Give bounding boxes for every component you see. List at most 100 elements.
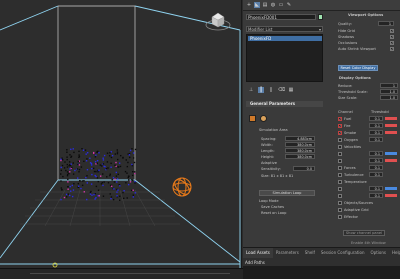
channel-color-swatch[interactable]	[385, 124, 397, 127]
channel-checkbox[interactable]	[338, 215, 342, 219]
motion-icon[interactable]: ◍	[270, 2, 276, 8]
channel-threshold-field[interactable]: 0.1	[369, 186, 383, 191]
channel-threshold-field[interactable]: 0.1	[369, 137, 383, 142]
channel-checkbox[interactable]	[338, 173, 342, 177]
channel-checkbox[interactable]: ✓	[338, 124, 342, 128]
perspective-viewport[interactable]	[0, 0, 242, 268]
show-channel-panel-button[interactable]: Show channel panel	[343, 230, 385, 236]
reset-color-display-button[interactable]: Reset Color Display	[338, 65, 378, 71]
channel-checkbox[interactable]: ✓	[338, 131, 342, 135]
tab-load-assets[interactable]: Load Assets	[243, 248, 273, 258]
particle	[127, 161, 129, 164]
view-cube[interactable]	[205, 10, 231, 32]
channel-color-swatch[interactable]	[385, 187, 397, 190]
add-paths-label[interactable]: Add Paths	[245, 260, 265, 265]
channel-threshold-field[interactable]: 0.1	[369, 116, 383, 121]
configure-sets-icon[interactable]: ▦	[288, 87, 294, 93]
voxel-icon[interactable]	[260, 115, 267, 122]
quality-field[interactable]: 1	[378, 21, 394, 26]
width-field[interactable]: 380.0cm	[285, 142, 315, 147]
channel-threshold-field[interactable]: 0.1	[369, 123, 383, 128]
particle	[131, 148, 133, 150]
timeline-bar[interactable]	[0, 268, 243, 279]
modifier-list-label: Modifier List	[248, 27, 273, 32]
channel-threshold-field[interactable]: 0.1	[369, 130, 383, 135]
channel-checkbox[interactable]	[338, 187, 342, 191]
stack-item-phoenixfd[interactable]: PhoenixFD	[248, 36, 322, 41]
general-parameters-rollout[interactable]: General Parameters	[246, 101, 323, 107]
particle	[122, 157, 124, 159]
object-name-field[interactable]: PhoenixFD001	[246, 14, 316, 20]
particle	[83, 160, 85, 163]
particle	[60, 187, 63, 189]
channel-checkbox[interactable]	[338, 159, 342, 163]
create-icon[interactable]: +	[246, 2, 252, 8]
channel-color-swatch[interactable]	[385, 159, 397, 162]
length-field[interactable]: 380.0cm	[285, 148, 315, 153]
channel-checkbox[interactable]	[338, 208, 342, 212]
sensitivity-field[interactable]: 0.0	[293, 166, 315, 171]
channel-threshold-field[interactable]: 0.1	[369, 165, 383, 170]
show-end-result-icon[interactable]: ┃	[258, 87, 264, 93]
particle	[60, 173, 62, 175]
auto-shrink-checkbox[interactable]: ✓	[390, 47, 394, 51]
channel-checkbox[interactable]	[338, 180, 342, 184]
tab-help[interactable]: Help	[389, 248, 400, 258]
particle	[101, 181, 104, 184]
size-scale-field[interactable]: 1.0	[380, 95, 398, 100]
channel-color-swatch[interactable]	[385, 131, 397, 134]
channel-threshold-field[interactable]: 0.1	[369, 172, 383, 177]
spacing-field[interactable]: 4.883cm	[285, 136, 315, 141]
pin-stack-icon[interactable]: ⊥	[248, 87, 254, 93]
make-unique-icon[interactable]: ∥	[268, 87, 274, 93]
chevron-down-icon: ▾	[318, 27, 321, 32]
height-field[interactable]: 380.0cm	[285, 154, 315, 159]
particle	[72, 162, 74, 164]
channel-checkbox[interactable]	[338, 138, 342, 142]
simulation-icon[interactable]	[249, 115, 256, 122]
particle	[97, 180, 99, 183]
channel-checkbox[interactable]: ✓	[338, 117, 342, 121]
channel-color-swatch[interactable]	[385, 117, 397, 120]
tab-shelf[interactable]: Shelf	[302, 248, 318, 258]
remove-modifier-icon[interactable]: ⌫	[278, 87, 285, 93]
timeline-track[interactable]	[30, 273, 230, 274]
tab-parameters[interactable]: Parameters	[273, 248, 302, 258]
simulation-loop-button[interactable]: Simulation Loop	[259, 190, 315, 196]
tab-session-configuration[interactable]: Session Configuration	[318, 248, 368, 258]
channel-threshold-field[interactable]: 0.1	[369, 158, 383, 163]
shadows-checkbox[interactable]: ✓	[390, 35, 394, 39]
particle	[94, 161, 97, 163]
channel-threshold-field[interactable]: 0.1	[369, 193, 383, 198]
utilities-icon[interactable]: ✎	[286, 2, 292, 8]
object-color-swatch[interactable]	[318, 14, 323, 20]
particle	[71, 184, 73, 187]
channel-color-swatch[interactable]	[385, 194, 397, 197]
channel-label: Temperature	[344, 180, 367, 184]
channel-label: Smoke	[344, 131, 357, 135]
channel-checkbox[interactable]	[338, 145, 342, 149]
particle	[61, 189, 63, 191]
hierarchy-icon[interactable]: ▤	[262, 2, 268, 8]
channel-checkbox[interactable]	[338, 152, 342, 156]
reduce-field[interactable]: 1	[380, 83, 398, 88]
emitter-gizmo[interactable]	[172, 177, 192, 197]
channel-checkbox[interactable]	[338, 194, 342, 198]
channel-checkbox[interactable]	[338, 201, 342, 205]
particle	[69, 154, 71, 156]
channel-threshold-field[interactable]: 0.1	[369, 151, 383, 156]
display-icon[interactable]: ▭	[278, 2, 284, 8]
hide-grid-checkbox[interactable]: ✓	[390, 29, 394, 33]
particle	[128, 179, 130, 181]
particle	[78, 171, 80, 173]
particle	[96, 162, 98, 164]
channel-color-swatch[interactable]	[385, 152, 397, 155]
particle	[78, 164, 81, 166]
threshold-scale-field[interactable]: 1.0	[380, 89, 398, 94]
modify-icon[interactable]: ◣	[254, 2, 260, 8]
viewport-canvas[interactable]	[0, 0, 242, 268]
tab-options[interactable]: Options	[368, 248, 389, 258]
channel-checkbox[interactable]	[338, 166, 342, 170]
modifier-list-dropdown[interactable]: Modifier List ▾	[246, 26, 323, 32]
occlusions-checkbox[interactable]: ✓	[390, 41, 394, 45]
